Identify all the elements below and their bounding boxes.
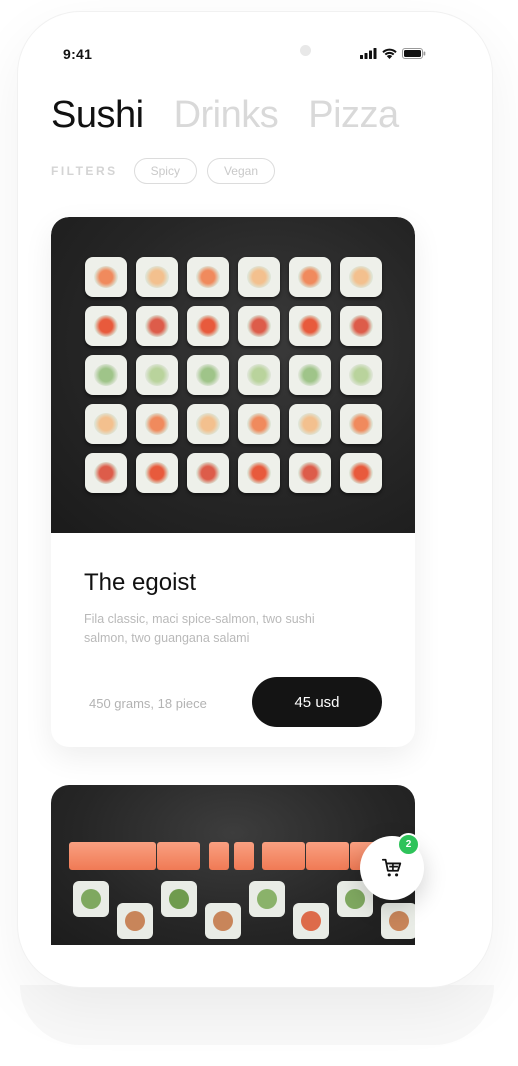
product-card[interactable]: The egoist Fila classic, maci spice-salm… — [51, 217, 415, 747]
camera-dot — [300, 45, 311, 56]
sushi-roll — [136, 355, 178, 395]
signal-icon — [360, 48, 377, 59]
status-time: 9:41 — [63, 46, 93, 62]
phone-shadow — [20, 985, 494, 1045]
battery-icon — [402, 48, 426, 59]
sushi-roll — [289, 453, 331, 493]
tab-sushi[interactable]: Sushi — [51, 94, 144, 137]
sushi-roll — [136, 453, 178, 493]
sushi-roll — [136, 404, 178, 444]
filter-chip-spicy[interactable]: Spicy — [133, 158, 197, 184]
sushi-roll — [238, 257, 280, 297]
cart-icon — [381, 858, 402, 877]
maki-roll — [73, 881, 109, 917]
maki-roll — [381, 903, 415, 939]
maki-roll — [117, 903, 153, 939]
sushi-roll — [238, 453, 280, 493]
sushi-roll — [340, 453, 382, 493]
filters-bar: FILTERS Spicy Vegan — [51, 158, 275, 184]
filters-label: FILTERS — [51, 164, 118, 178]
sushi-roll — [187, 404, 229, 444]
salmon-nigiri — [306, 842, 349, 870]
sushi-roll — [85, 257, 127, 297]
sushi-roll — [85, 355, 127, 395]
product-weight: 450 grams, 18 piece — [89, 696, 207, 711]
tab-drinks[interactable]: Drinks — [174, 94, 279, 137]
sushi-roll — [238, 355, 280, 395]
maki-roll — [161, 881, 197, 917]
cart-button[interactable]: 2 — [360, 833, 424, 900]
sushi-roll — [340, 306, 382, 346]
filter-chip-vegan[interactable]: Vegan — [206, 158, 275, 184]
sushi-roll — [85, 404, 127, 444]
sushi-roll — [187, 355, 229, 395]
sushi-roll — [289, 257, 331, 297]
salmon-nigiri — [209, 842, 229, 870]
price-button[interactable]: 45 usd — [252, 677, 382, 727]
product-title: The egoist — [84, 569, 197, 596]
sushi-roll — [289, 404, 331, 444]
sushi-roll — [85, 453, 127, 493]
sushi-roll — [187, 257, 229, 297]
category-tabs: Sushi Drinks Pizza — [51, 94, 399, 137]
sushi-roll — [340, 257, 382, 297]
salmon-nigiri — [157, 842, 200, 870]
product-description: Fila classic, maci spice-salmon, two sus… — [84, 612, 315, 645]
sushi-roll — [289, 355, 331, 395]
status-icons — [360, 48, 426, 59]
sushi-roll — [187, 306, 229, 346]
sushi-roll — [187, 453, 229, 493]
maki-roll — [249, 881, 285, 917]
sushi-roll — [340, 404, 382, 444]
sushi-roll — [289, 306, 331, 346]
sushi-roll — [136, 306, 178, 346]
salmon-nigiri — [234, 842, 254, 870]
sushi-roll — [238, 306, 280, 346]
maki-roll — [293, 903, 329, 939]
sushi-roll — [238, 404, 280, 444]
wifi-icon — [382, 48, 397, 59]
cart-count-badge: 2 — [397, 833, 420, 856]
product-photo — [51, 217, 415, 533]
maki-roll — [205, 903, 241, 939]
salmon-nigiri — [262, 842, 305, 870]
sushi-roll — [340, 355, 382, 395]
tab-pizza[interactable]: Pizza — [308, 94, 399, 137]
sushi-roll — [85, 306, 127, 346]
salmon-nigiri — [113, 842, 156, 870]
sushi-roll — [136, 257, 178, 297]
